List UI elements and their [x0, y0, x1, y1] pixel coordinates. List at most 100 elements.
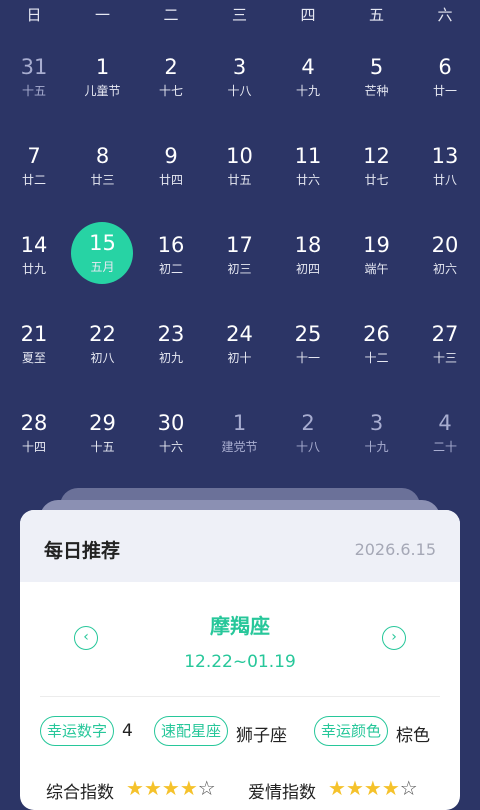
star-filled-icon: ★: [126, 776, 144, 800]
day-cell[interactable]: 10 廿五: [206, 129, 274, 209]
day-cell[interactable]: 27 十三: [411, 307, 479, 387]
day-cell-selected[interactable]: 15 五月: [69, 218, 137, 298]
lunar-date: 廿一: [432, 84, 457, 98]
match-sign-tag: 速配星座: [154, 716, 229, 746]
day-cell[interactable]: 3 十九: [343, 396, 411, 476]
lunar-date: 初四: [295, 262, 320, 276]
love-index-label: 爱情指数: [248, 783, 316, 803]
lunar-date: 初十: [227, 351, 252, 365]
day-cell[interactable]: 3 十八: [206, 40, 274, 120]
lunar-date: 十四: [21, 440, 46, 454]
lunar-date: 夏至: [21, 351, 46, 365]
day-cell[interactable]: 14 廿九: [0, 218, 68, 298]
day-number: 4: [438, 411, 452, 435]
star-empty-icon: ☆: [399, 776, 418, 800]
day-cell[interactable]: 25 十一: [274, 307, 342, 387]
day-number: 1: [95, 55, 110, 79]
star-empty-icon: ☆: [197, 776, 216, 800]
index-row: 综合指数 ★★★★☆ 爱情指数 ★★★★☆: [46, 776, 440, 806]
lucky-color-tag: 幸运颜色: [314, 716, 389, 746]
star-filled-icon: ★: [345, 776, 364, 800]
day-number: 13: [431, 144, 459, 168]
day-cell[interactable]: 12 廿七: [343, 129, 411, 209]
lunar-date: 五月: [90, 260, 115, 274]
lucky-info-row: 幸运数字 4 速配星座 狮子座 幸运颜色 棕色: [40, 716, 440, 750]
day-cell[interactable]: 18 初四: [274, 218, 342, 298]
day-cell[interactable]: 4 二十: [411, 396, 479, 476]
star-filled-icon: ★: [179, 776, 198, 800]
day-number: 6: [438, 55, 452, 79]
day-cell[interactable]: 6 廿一: [411, 40, 479, 120]
lunar-date: 芒种: [364, 84, 389, 98]
lucky-color-value: 棕色: [396, 726, 430, 746]
zodiac-date-range: 12.22~01.19: [184, 652, 296, 672]
lunar-date: 儿童节: [84, 84, 121, 98]
day-cell[interactable]: 7 廿二: [0, 129, 68, 209]
day-cell[interactable]: 26 十二: [343, 307, 411, 387]
day-cell[interactable]: 1 儿童节: [69, 40, 137, 120]
day-cell[interactable]: 13 廿八: [411, 129, 479, 209]
lunar-date: 初八: [90, 351, 115, 365]
lunar-date: 十九: [364, 440, 389, 454]
day-cell[interactable]: 31 十五: [0, 40, 68, 120]
lunar-date: 廿八: [432, 173, 457, 187]
daily-recommendation-card: 每日推荐 2026.6.15 ‹ › 摩羯座 12.22~01.19 幸运数字 …: [20, 510, 460, 810]
day-cell[interactable]: 20 初六: [411, 218, 479, 298]
day-number: 16: [157, 233, 185, 257]
day-number: 24: [226, 322, 253, 346]
day-number: 30: [157, 411, 185, 435]
day-cell[interactable]: 22 初八: [69, 307, 137, 387]
weekday-sun: 日: [26, 6, 42, 24]
weekday-tue: 二: [163, 6, 179, 24]
day-number: 26: [363, 322, 390, 346]
lunar-date: 廿六: [295, 173, 320, 187]
day-cell[interactable]: 16 初二: [137, 218, 205, 298]
weekday-thu: 四: [300, 6, 316, 24]
day-number: 17: [226, 233, 253, 257]
day-number: 22: [89, 322, 116, 346]
day-number: 2: [301, 411, 315, 435]
divider: [40, 696, 440, 697]
day-cell[interactable]: 11 廿六: [274, 129, 342, 209]
day-cell[interactable]: 2 十八: [274, 396, 342, 476]
lunar-date: 十二: [364, 351, 389, 365]
lunar-date: 初六: [432, 262, 457, 276]
day-cell[interactable]: 29 十五: [69, 396, 137, 476]
day-number: 29: [89, 411, 116, 435]
day-cell[interactable]: 24 初十: [206, 307, 274, 387]
day-cell[interactable]: 5 芒种: [343, 40, 411, 120]
day-number: 23: [157, 322, 185, 346]
day-cell[interactable]: 1 建党节: [206, 396, 274, 476]
day-cell[interactable]: 30 十六: [137, 396, 205, 476]
lunar-date: 廿三: [90, 173, 115, 187]
lunar-date: 十八: [295, 440, 320, 454]
day-number: 25: [294, 322, 322, 346]
day-cell[interactable]: 8 廿三: [69, 129, 137, 209]
lunar-date: 二十: [432, 440, 457, 454]
day-cell[interactable]: 9 廿四: [137, 129, 205, 209]
day-cell[interactable]: 21 夏至: [0, 307, 68, 387]
lunar-date: 初九: [158, 351, 183, 365]
day-number: 27: [431, 322, 459, 346]
day-number: 3: [232, 55, 247, 79]
day-cell[interactable]: 2 十七: [137, 40, 205, 120]
weekday-wed: 三: [231, 6, 247, 24]
day-number: 20: [431, 233, 459, 257]
day-number: 31: [20, 55, 48, 79]
day-cell[interactable]: 4 十九: [274, 40, 342, 120]
day-cell[interactable]: 19 端午: [343, 218, 411, 298]
day-cell[interactable]: 28 十四: [0, 396, 68, 476]
lucky-number-value: 4: [122, 721, 133, 741]
lunar-date: 十三: [432, 351, 457, 365]
star-filled-icon: ★: [363, 776, 382, 800]
overall-index-label: 综合指数: [46, 783, 114, 803]
day-number: 21: [20, 322, 48, 346]
star-filled-icon: ★: [381, 776, 400, 800]
match-sign-value: 狮子座: [236, 726, 287, 746]
day-number: 11: [294, 144, 322, 168]
day-number: 1: [232, 411, 247, 435]
day-cell[interactable]: 23 初九: [137, 307, 205, 387]
day-number: 7: [27, 144, 41, 168]
day-cell[interactable]: 17 初三: [206, 218, 274, 298]
card-title: 每日推荐: [44, 540, 121, 562]
